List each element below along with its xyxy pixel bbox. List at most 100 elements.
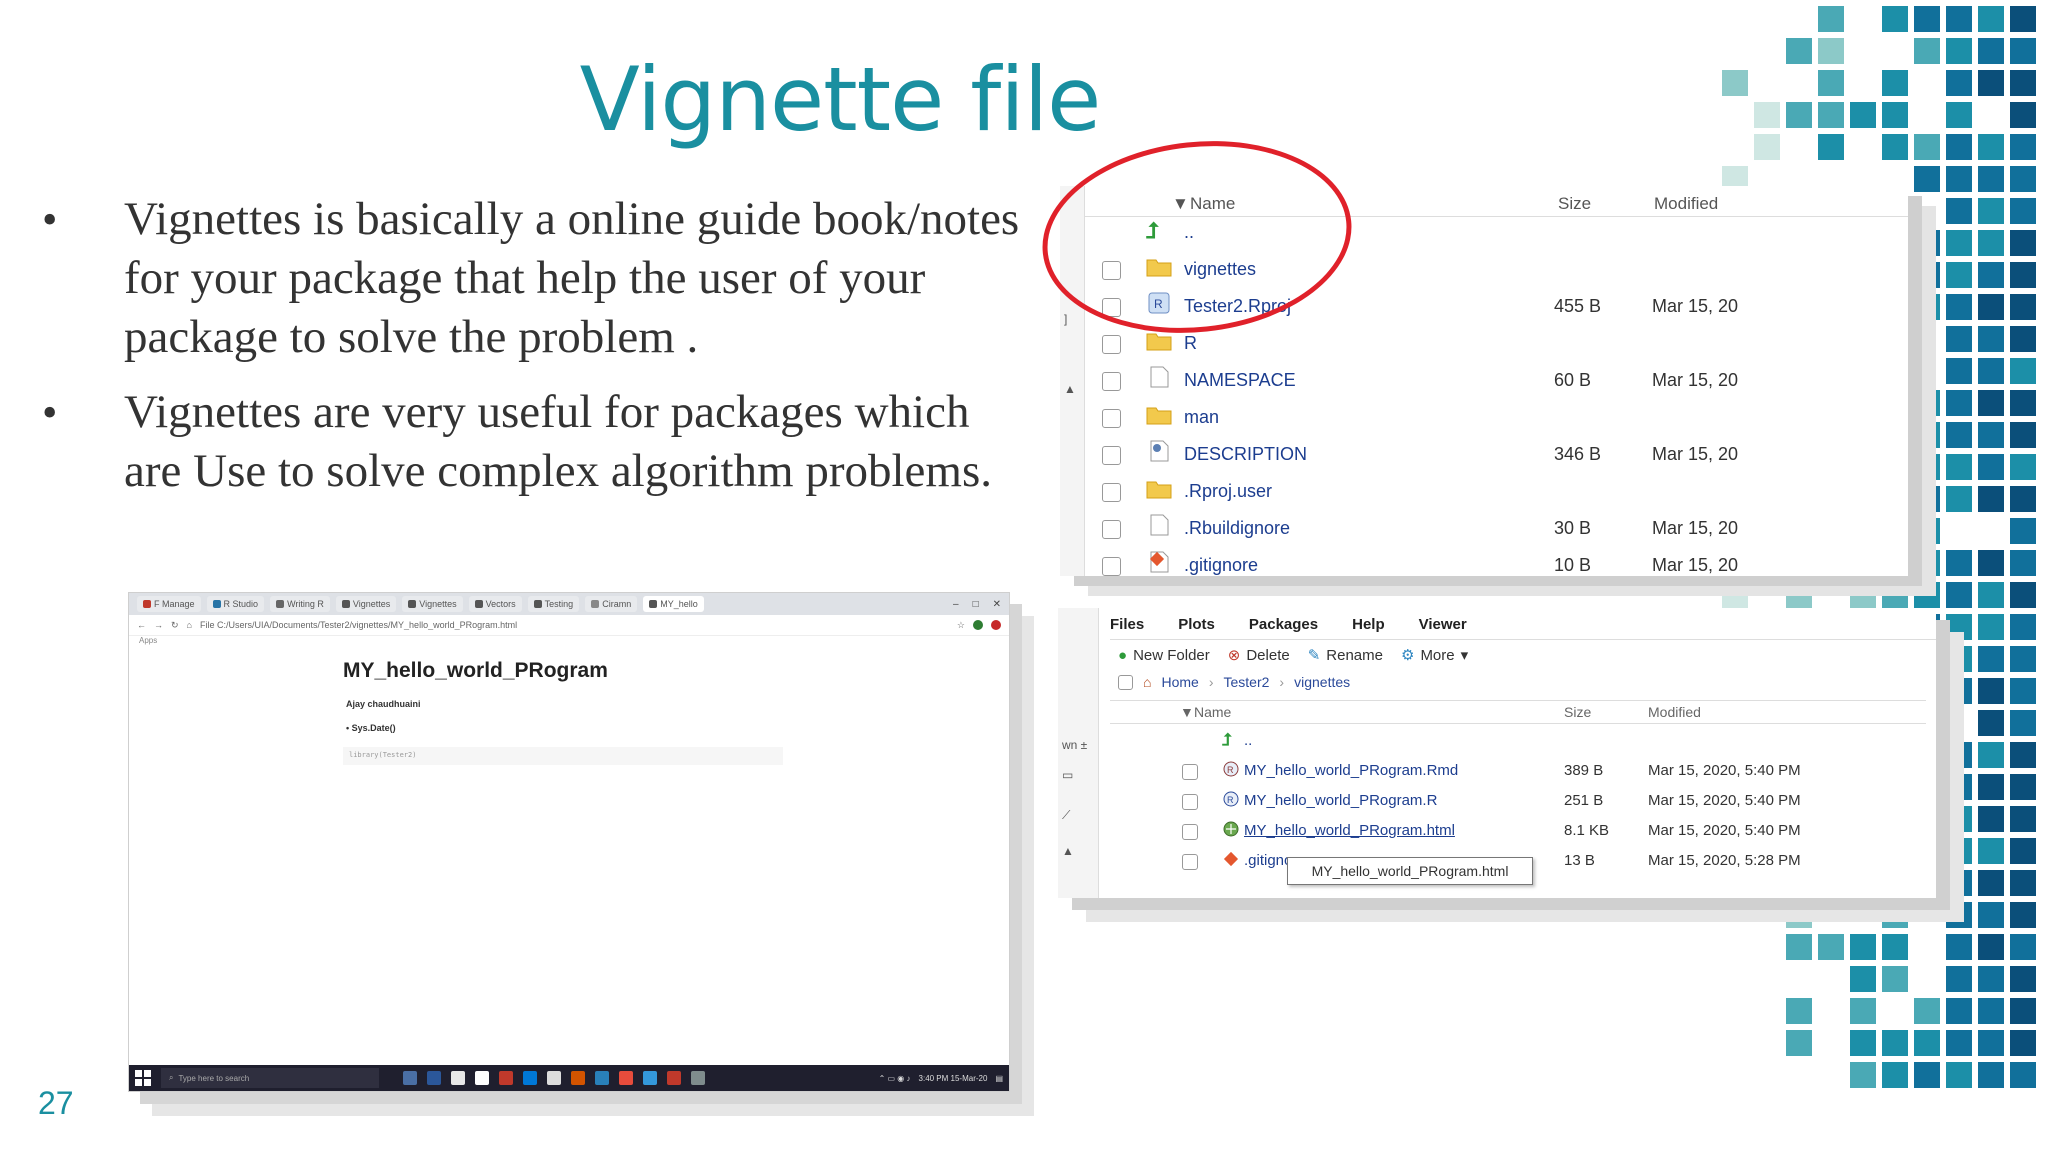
more-button[interactable]: ⚙ More ▾ (1400, 646, 1468, 665)
taskbar-app-icon[interactable] (667, 1071, 681, 1085)
file-row[interactable]: R (1084, 327, 1908, 363)
browser-tab[interactable]: R Studio (206, 596, 265, 612)
taskbar-app-icon[interactable] (475, 1071, 489, 1085)
file-name[interactable]: MY_hello_world_PRogram.R (1244, 792, 1437, 809)
taskbar-app-icon[interactable] (427, 1071, 441, 1085)
taskbar-app-icon[interactable] (547, 1071, 561, 1085)
file-name[interactable]: R (1184, 333, 1197, 354)
scroll-up-icon[interactable]: ▲ (1064, 382, 1076, 396)
new-folder-button[interactable]: ● New Folder (1118, 647, 1210, 664)
row-checkbox[interactable] (1102, 446, 1121, 465)
taskbar-app-icon[interactable] (499, 1071, 513, 1085)
browser-tab-active[interactable]: MY_hello (643, 596, 704, 612)
taskbar-app-icon[interactable] (451, 1071, 465, 1085)
taskbar-search[interactable]: ⌕ Type here to search (161, 1068, 379, 1088)
file-name[interactable]: DESCRIPTION (1184, 444, 1307, 465)
browser-tab[interactable]: Ciramn (585, 596, 638, 612)
select-all-checkbox[interactable] (1118, 674, 1133, 690)
file-row[interactable]: MY_hello_world_PRogram.html 8.1 KB Mar 15,… (1110, 816, 1926, 844)
row-checkbox[interactable] (1102, 557, 1121, 576)
decorative-square (1882, 902, 1908, 928)
browser-tab[interactable]: Vignettes (335, 596, 397, 612)
home-icon[interactable]: ⌂ (187, 620, 192, 630)
file-name[interactable]: .Rproj.user (1184, 481, 1272, 502)
taskbar-app-icon[interactable] (643, 1071, 657, 1085)
breadcrumb-tester2[interactable]: Tester2 (1224, 674, 1270, 690)
file-row[interactable]: NAMESPACE 60 B Mar 15, 20 (1084, 364, 1908, 400)
browser-tab[interactable]: Writing R (270, 596, 330, 612)
tab-viewer[interactable]: Viewer (1419, 616, 1467, 633)
row-checkbox[interactable] (1102, 483, 1121, 502)
file-name[interactable]: .Rbuildignore (1184, 518, 1290, 539)
rename-button[interactable]: ✎ Rename (1308, 646, 1383, 665)
column-name[interactable]: Name (1194, 704, 1231, 720)
maximize-icon[interactable]: □ (973, 599, 979, 610)
file-name[interactable]: .. (1244, 732, 1252, 749)
minimize-icon[interactable]: – (953, 599, 959, 610)
extension-icon[interactable] (973, 620, 983, 630)
file-row[interactable]: DESCRIPTION 346 B Mar 15, 20 (1084, 438, 1908, 474)
close-icon[interactable]: ✕ (993, 599, 1001, 610)
reload-icon[interactable]: ↻ (171, 620, 179, 631)
file-name[interactable]: man (1184, 407, 1219, 428)
scroll-up-icon[interactable]: ▲ (1062, 844, 1074, 858)
file-row[interactable]: R MY_hello_world_PRogram.Rmd 389 B Mar 15, … (1110, 756, 1926, 784)
notification-icon[interactable]: ▤ (995, 1074, 1003, 1083)
browser-tab[interactable]: F Manage (137, 596, 201, 612)
taskbar-app-icon[interactable] (619, 1071, 633, 1085)
back-icon[interactable]: ← (137, 620, 146, 630)
forward-icon[interactable]: → (154, 620, 163, 630)
breadcrumb-home[interactable]: Home (1161, 674, 1198, 690)
file-name[interactable]: MY_hello_world_PRogram.Rmd (1244, 762, 1458, 779)
file-name[interactable]: .gitignore (1184, 555, 1258, 576)
row-checkbox[interactable] (1102, 520, 1121, 539)
tab-packages[interactable]: Packages (1249, 616, 1318, 633)
console-icon[interactable]: ▭ (1062, 768, 1073, 782)
file-name[interactable]: MY_hello_world_PRogram.html (1244, 822, 1455, 839)
decorative-square (1882, 1062, 1908, 1088)
file-row[interactable]: .Rbuildignore 30 B Mar 15, 20 (1084, 512, 1908, 548)
delete-button[interactable]: ⊗ Delete (1228, 646, 1290, 665)
row-checkbox[interactable] (1102, 335, 1121, 354)
tab-plots[interactable]: Plots (1178, 616, 1215, 633)
taskbar-app-icon[interactable] (691, 1071, 705, 1085)
row-checkbox[interactable] (1182, 824, 1198, 840)
browser-tab[interactable]: Testing (527, 596, 580, 612)
taskbar-app-icon[interactable] (523, 1071, 537, 1085)
row-checkbox[interactable] (1102, 372, 1121, 391)
file-row[interactable]: ⮥.. (1110, 726, 1926, 754)
tab-files[interactable]: Files (1110, 616, 1144, 633)
tray-icons[interactable]: ⌃ ▭ ◉ ♪ (879, 1074, 911, 1083)
column-modified[interactable]: Modified (1648, 704, 1701, 720)
browser-tab[interactable]: Vignettes (402, 596, 463, 612)
file-row[interactable]: .Rproj.user (1084, 475, 1908, 511)
file-row[interactable]: R MY_hello_world_PRogram.R 251 B Mar 15, 20… (1110, 786, 1926, 814)
file-row[interactable]: .gitignore 10 B Mar 15, 20 (1084, 549, 1908, 576)
taskbar-app-icon[interactable] (571, 1071, 585, 1085)
bookmarks-bar[interactable]: Apps (129, 636, 1009, 650)
decorative-square (1882, 102, 1908, 128)
url-field[interactable]: File C:/Users/UIA/Documents/Tester2/vign… (200, 620, 949, 630)
decorative-square (1978, 614, 2004, 640)
row-checkbox[interactable] (1182, 854, 1198, 870)
gear-icon: ⚙ (1400, 647, 1415, 664)
brush-icon[interactable]: ⟋ (1062, 808, 1070, 823)
row-checkbox[interactable] (1182, 794, 1198, 810)
breadcrumb-vignettes[interactable]: vignettes (1294, 674, 1350, 690)
column-size[interactable]: Size (1558, 194, 1591, 214)
taskbar-app-icon[interactable] (595, 1071, 609, 1085)
row-checkbox[interactable] (1182, 764, 1198, 780)
tab-help[interactable]: Help (1352, 616, 1385, 633)
row-checkbox[interactable] (1102, 409, 1121, 428)
file-row[interactable]: man (1084, 401, 1908, 437)
profile-icon[interactable] (991, 620, 1001, 630)
sort-desc-icon[interactable]: ▼ (1180, 704, 1194, 720)
taskbar-app-icon[interactable] (403, 1071, 417, 1085)
column-size[interactable]: Size (1564, 704, 1591, 720)
breadcrumb: ⌂ Home › Tester2 › vignettes (1118, 674, 1350, 690)
browser-tab[interactable]: Vectors (468, 596, 522, 612)
windows-start-icon[interactable] (135, 1070, 151, 1086)
column-modified[interactable]: Modified (1654, 194, 1718, 214)
file-name[interactable]: NAMESPACE (1184, 370, 1296, 391)
star-icon[interactable]: ☆ (957, 620, 965, 631)
